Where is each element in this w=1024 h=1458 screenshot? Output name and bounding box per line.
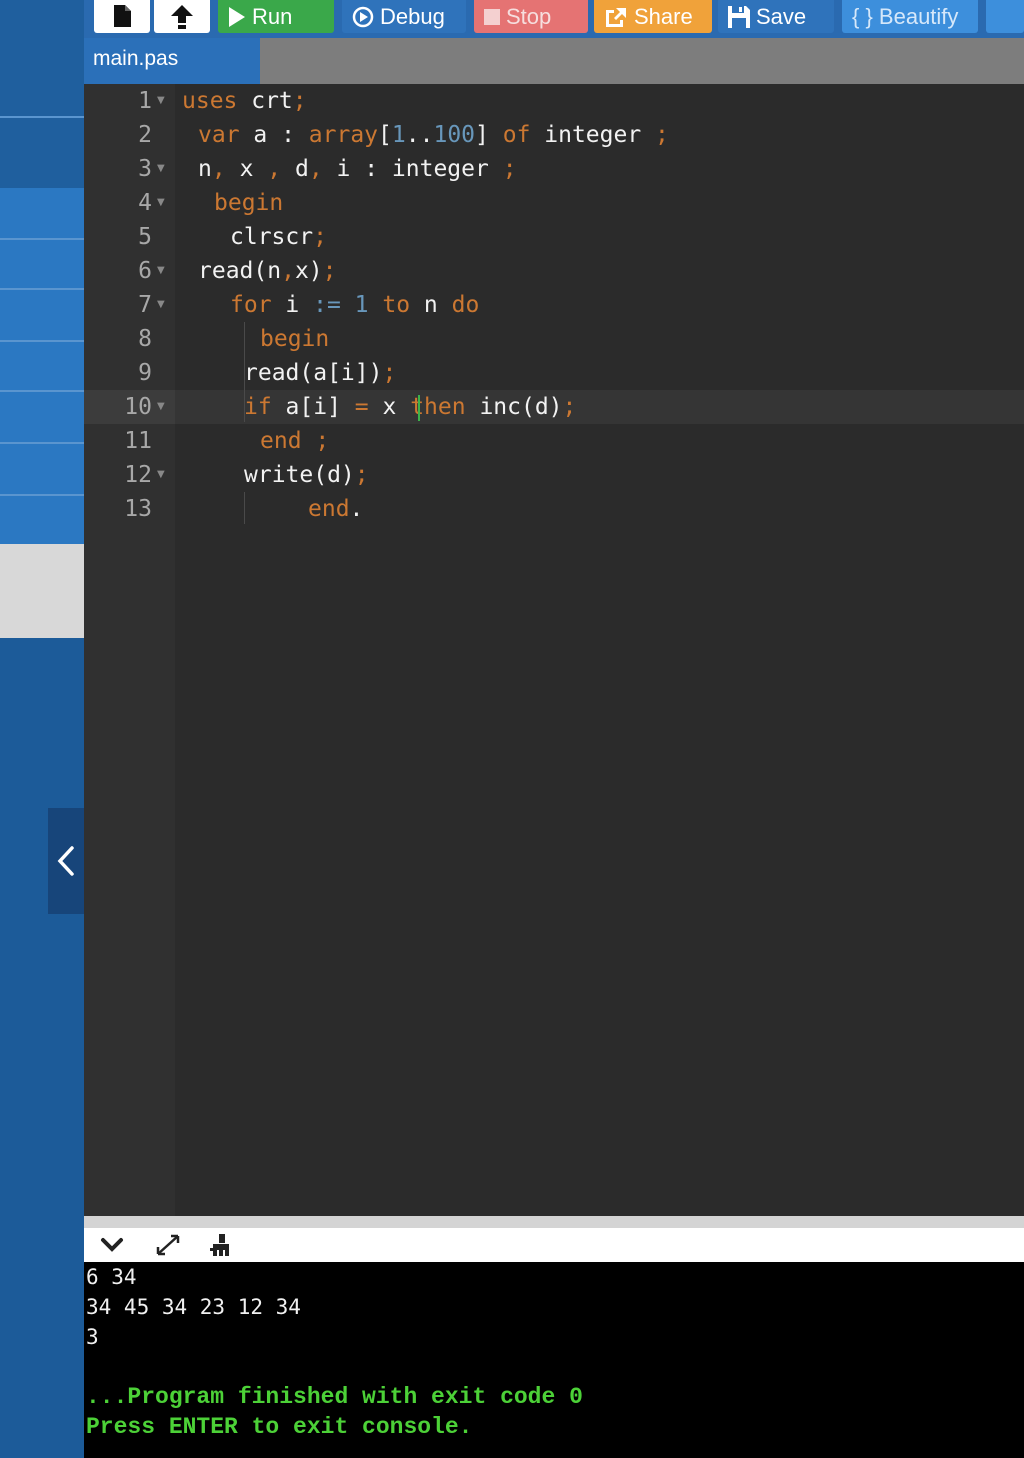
- sidebar-collapse-button[interactable]: [48, 808, 84, 914]
- fold-toggle-icon[interactable]: ▼: [157, 460, 167, 494]
- sidebar-divider: [0, 390, 84, 392]
- code-line-11: end ;: [260, 428, 330, 454]
- line-number: 10: [124, 394, 152, 420]
- new-file-button[interactable]: [94, 0, 150, 33]
- stop-icon: [484, 8, 500, 25]
- console-line: 3: [86, 1325, 99, 1349]
- code-line-7: for i := 1 to n do: [230, 292, 480, 318]
- console-clear-button[interactable]: [204, 1230, 236, 1260]
- line-number: 9: [138, 360, 152, 386]
- expand-icon: [156, 1234, 180, 1256]
- toolbar: Run Debug Stop Share Save { } Beautify: [84, 0, 1024, 38]
- fold-toggle-icon[interactable]: ▼: [157, 290, 167, 324]
- new-file-icon: [114, 4, 131, 27]
- broom-icon: [210, 1234, 229, 1256]
- share-icon: [606, 7, 626, 27]
- console-line: 6 34: [86, 1265, 137, 1289]
- fold-toggle-icon[interactable]: ▼: [157, 154, 167, 188]
- code-line-12: write(d);: [244, 462, 369, 488]
- line-number: 1: [138, 88, 152, 114]
- stop-button-label: Stop: [506, 3, 552, 29]
- line-number: 12: [124, 462, 152, 488]
- chevron-down-icon: [101, 1238, 123, 1252]
- line-number: 5: [138, 224, 152, 250]
- code-line-2: var a : array[1..100] of integer ;: [198, 122, 669, 148]
- save-button[interactable]: Save: [718, 0, 834, 33]
- tab-main-pas[interactable]: main.pas: [84, 38, 260, 84]
- run-button[interactable]: Run: [218, 0, 334, 33]
- beautify-button-label: { } Beautify: [852, 3, 959, 29]
- sidebar-divider: [0, 238, 84, 240]
- console-toolbar: [84, 1228, 1024, 1262]
- code-line-13: end.: [308, 496, 364, 522]
- code-editor[interactable]: 1 2 3 4 5 6 7 8 9 10 11 12 13 ▼ ▼ ▼ ▼ ▼ …: [84, 84, 1024, 1216]
- fold-toggle-icon[interactable]: ▼: [157, 188, 167, 222]
- sidebar-gray-panel: [0, 544, 84, 638]
- code-line-5: clrscr;: [230, 224, 327, 250]
- console-output[interactable]: 6 34 34 45 34 23 12 34 3 ...Program fini…: [84, 1262, 1024, 1458]
- debug-button-label: Debug: [380, 3, 445, 29]
- sidebar-top-block: [0, 0, 84, 188]
- share-button-label: Share: [634, 3, 693, 29]
- sidebar-divider: [0, 288, 84, 290]
- console-line: 34 45 34 23 12 34: [86, 1295, 301, 1319]
- sidebar-divider: [0, 340, 84, 342]
- upload-button[interactable]: [154, 0, 210, 33]
- toolbar-more-button[interactable]: [986, 0, 1024, 33]
- sidebar-divider: [0, 494, 84, 496]
- chevron-left-icon: [57, 846, 74, 876]
- line-number: 6: [138, 258, 152, 284]
- line-number: 2: [138, 122, 152, 148]
- text-cursor: [418, 395, 420, 421]
- line-number: 4: [138, 190, 152, 216]
- play-icon: [229, 6, 245, 27]
- line-number: 13: [124, 496, 152, 522]
- tab-bar: main.pas: [84, 38, 1024, 84]
- code-line-9: read(a[i]);: [244, 360, 397, 386]
- save-button-label: Save: [756, 3, 807, 29]
- console-collapse-button[interactable]: [96, 1230, 128, 1260]
- upload-icon: [171, 4, 193, 29]
- panel-splitter[interactable]: [84, 1216, 1024, 1228]
- console-expand-button[interactable]: [152, 1230, 184, 1260]
- fold-toggle-icon[interactable]: ▼: [157, 256, 167, 290]
- console-press-enter-message: Press ENTER to exit console.: [86, 1414, 473, 1440]
- indent-guide: [244, 492, 245, 524]
- line-number: 8: [138, 326, 152, 352]
- code-line-3: n, x , d, i : integer ;: [198, 156, 517, 182]
- debug-button[interactable]: Debug: [342, 0, 466, 33]
- run-button-label: Run: [252, 3, 293, 29]
- code-line-6: read(n,x);: [198, 258, 337, 284]
- line-number: 7: [138, 292, 152, 318]
- code-line-8: begin: [260, 326, 330, 352]
- fold-toggle-icon[interactable]: ▼: [157, 392, 167, 426]
- left-sidebar: [0, 0, 84, 1458]
- code-line-4: begin: [214, 190, 284, 216]
- code-line-10: if a[i] = x then inc(d);: [244, 394, 577, 420]
- console-exit-message: ...Program finished with exit code 0: [86, 1384, 583, 1410]
- tab-filename: main.pas: [93, 47, 179, 70]
- stop-button[interactable]: Stop: [474, 0, 588, 33]
- beautify-button[interactable]: { } Beautify: [842, 0, 978, 33]
- line-number: 11: [124, 428, 152, 454]
- share-button[interactable]: Share: [594, 0, 712, 33]
- code-line-1: uses crt;: [182, 88, 307, 114]
- line-number: 3: [138, 156, 152, 182]
- save-icon: [728, 5, 750, 28]
- sidebar-divider: [0, 442, 84, 444]
- debug-icon: [352, 6, 374, 27]
- sidebar-divider: [0, 116, 84, 118]
- fold-toggle-icon[interactable]: ▼: [157, 86, 167, 120]
- sidebar-menu-block: [0, 188, 84, 544]
